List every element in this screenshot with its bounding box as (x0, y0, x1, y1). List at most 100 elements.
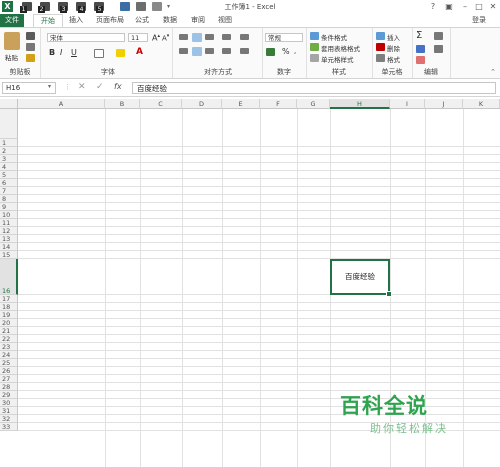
italic-button[interactable]: I (60, 48, 62, 57)
sort-filter-icon[interactable] (434, 32, 443, 40)
column-header-g[interactable]: G (297, 99, 330, 109)
column-header-i[interactable]: I (390, 99, 425, 109)
tab-data[interactable]: 数据 (160, 14, 180, 27)
row-header-22[interactable]: 22 (0, 335, 18, 343)
row-header-11[interactable]: 11 (0, 219, 18, 227)
tab-insert[interactable]: 插入 (66, 14, 86, 27)
column-header-e[interactable]: E (222, 99, 260, 109)
maximize-icon[interactable]: □ (472, 1, 486, 13)
format-painter-icon[interactable] (26, 54, 35, 62)
tab-view[interactable]: 视图 (215, 14, 235, 27)
cancel-icon[interactable]: ✕ (78, 82, 86, 92)
find-icon[interactable] (434, 45, 443, 53)
row-header-32[interactable]: 32 (0, 415, 18, 423)
row-header-24[interactable]: 24 (0, 351, 18, 359)
align-middle-icon[interactable] (192, 33, 202, 42)
row-header-26[interactable]: 26 (0, 367, 18, 375)
formula-input[interactable]: 百度经验 (132, 82, 496, 94)
row-header-20[interactable]: 20 (0, 319, 18, 327)
tab-review[interactable]: 审阅 (188, 14, 208, 27)
decrease-font-icon[interactable]: A▾ (162, 33, 169, 42)
format-cells-icon[interactable] (376, 54, 385, 62)
row-header-15[interactable]: 15 (0, 251, 18, 259)
merge-center-icon[interactable] (240, 48, 249, 54)
row-header-10[interactable]: 10 (0, 211, 18, 219)
font-name-select[interactable]: 宋体 (47, 33, 125, 42)
close-icon[interactable]: ✕ (486, 1, 500, 13)
row-header-17[interactable]: 17 (0, 295, 18, 303)
increase-font-icon[interactable]: A▴ (152, 33, 160, 43)
wrap-text-icon[interactable] (240, 34, 249, 40)
clear-icon[interactable] (416, 56, 425, 64)
help-button[interactable]: ? (426, 1, 440, 13)
enter-icon[interactable]: ✓ (96, 82, 104, 92)
number-format-select[interactable]: 常规 (265, 33, 303, 42)
autosum-button[interactable]: Σ (416, 30, 422, 41)
conditional-format-icon[interactable] (310, 32, 319, 40)
row-header-2[interactable]: 2 (0, 147, 18, 155)
row-header-14[interactable]: 14 (0, 243, 18, 251)
column-header-d[interactable]: D (182, 99, 222, 109)
styles-item[interactable]: 单元格样式 (321, 54, 354, 64)
row-header-9[interactable]: 9 (0, 203, 18, 211)
font-color-icon[interactable]: A (136, 47, 143, 57)
orientation-icon[interactable] (222, 34, 231, 40)
column-header-k[interactable]: K (463, 99, 500, 109)
insert-cells-icon[interactable] (376, 32, 385, 40)
row-header-7[interactable]: 7 (0, 187, 18, 195)
bold-button[interactable]: B (49, 48, 55, 57)
cells-item[interactable]: 插入 (387, 32, 400, 42)
underline-button[interactable]: U (71, 48, 77, 57)
login-link[interactable]: 登录 (472, 14, 486, 27)
row-header-6[interactable]: 6 (0, 179, 18, 187)
styles-item[interactable]: 套用表格格式 (321, 43, 360, 53)
column-header-c[interactable]: C (140, 99, 182, 109)
align-bottom-icon[interactable] (205, 34, 214, 40)
align-left-icon[interactable] (179, 48, 188, 54)
percent-button[interactable]: % (282, 47, 290, 56)
fill-color-icon[interactable] (116, 49, 125, 57)
tab-page-layout[interactable]: 页面布局 (92, 14, 128, 27)
row-header-16[interactable]: 16 (0, 259, 18, 295)
border-icon[interactable] (94, 49, 104, 58)
align-center-icon[interactable] (192, 47, 202, 56)
ribbon-display-icon[interactable]: ▣ (442, 1, 456, 13)
row-header-33[interactable]: 33 (0, 423, 18, 431)
row-header-12[interactable]: 12 (0, 227, 18, 235)
comma-icon[interactable]: , (294, 47, 296, 55)
row-header-28[interactable]: 28 (0, 383, 18, 391)
tab-file[interactable]: 文件 (0, 14, 24, 27)
row-header-23[interactable]: 23 (0, 343, 18, 351)
row-header-25[interactable]: 25 (0, 359, 18, 367)
collapse-ribbon-icon[interactable]: ⌃ (490, 68, 496, 76)
column-header-f[interactable]: F (260, 99, 297, 109)
column-header-j[interactable]: J (425, 99, 463, 109)
tab-formulas[interactable]: 公式 (132, 14, 152, 27)
table-format-icon[interactable] (310, 43, 319, 51)
align-top-icon[interactable] (179, 34, 188, 40)
font-size-select[interactable]: 11 (128, 33, 148, 42)
cells-item[interactable]: 删除 (387, 43, 400, 53)
fill-handle[interactable] (386, 291, 392, 297)
cell-styles-icon[interactable] (310, 54, 319, 62)
align-right-icon[interactable] (205, 48, 214, 54)
cut-icon[interactable] (26, 32, 35, 40)
row-header-13[interactable]: 13 (0, 235, 18, 243)
paste-label[interactable]: 粘贴 (5, 52, 18, 62)
row-header-5[interactable]: 5 (0, 171, 18, 179)
row-header-31[interactable]: 31 (0, 407, 18, 415)
row-header-3[interactable]: 3 (0, 155, 18, 163)
row-header-18[interactable]: 18 (0, 303, 18, 311)
row-header-1[interactable]: 1 (0, 139, 18, 147)
paste-icon[interactable] (4, 32, 20, 50)
delete-cells-icon[interactable] (376, 43, 385, 51)
styles-item[interactable]: 条件格式 (321, 32, 347, 42)
column-header-b[interactable]: B (105, 99, 140, 109)
row-header-21[interactable]: 21 (0, 327, 18, 335)
column-header-h[interactable]: H (330, 99, 390, 109)
active-cell-h16[interactable]: 百度经验 (330, 259, 390, 295)
row-header-8[interactable]: 8 (0, 195, 18, 203)
select-all-button[interactable] (0, 99, 18, 109)
minimize-icon[interactable]: – (458, 1, 472, 13)
row-header-4[interactable]: 4 (0, 163, 18, 171)
